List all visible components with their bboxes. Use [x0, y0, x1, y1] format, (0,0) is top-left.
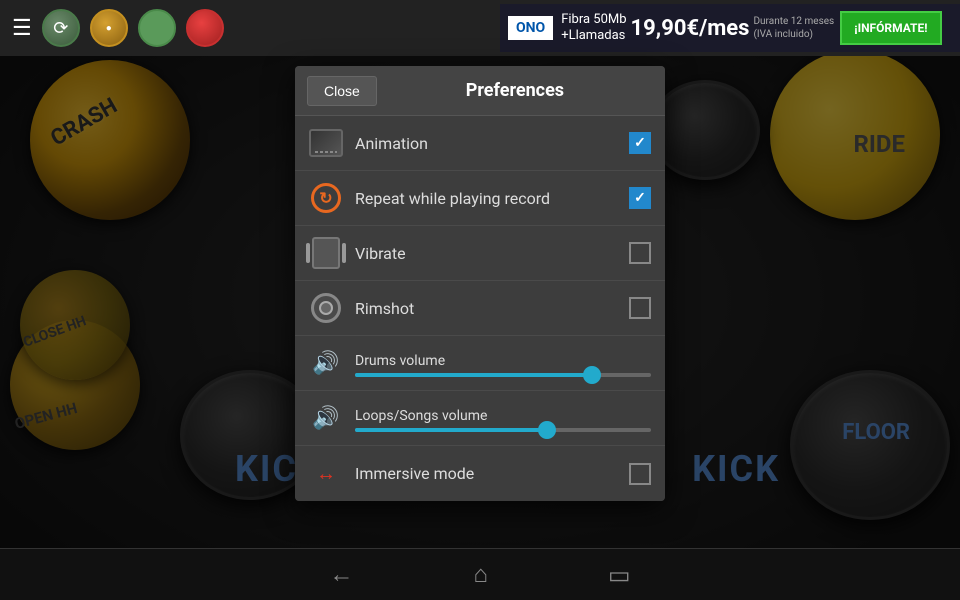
- rimshot-icon: [309, 291, 343, 325]
- volume-blue-icon: 🔊: [312, 351, 339, 376]
- immersive-icon-shape: ↔: [316, 461, 336, 486]
- loops-volume-fill: [355, 428, 547, 432]
- rimshot-label: Rimshot: [355, 299, 617, 318]
- ad-cta-button[interactable]: ¡INFÓRMATE!: [840, 11, 941, 45]
- rimshot-checkbox[interactable]: [629, 297, 651, 319]
- record-icon: ●: [106, 23, 112, 34]
- immersive-preference-item: ↔ Immersive mode: [295, 446, 665, 501]
- drums-volume-thumb[interactable]: [583, 366, 601, 384]
- loops-volume-slider-container: Loops/Songs volume: [355, 405, 651, 432]
- stop-button[interactable]: [186, 9, 224, 47]
- drums-volume-label: Drums volume: [355, 353, 445, 369]
- hamburger-icon[interactable]: ☰: [12, 16, 32, 41]
- vibrate-checkbox[interactable]: [629, 242, 651, 264]
- loops-volume-thumb[interactable]: [538, 421, 556, 439]
- reload-icon: ⟳: [53, 18, 68, 39]
- loops-volume-preference-item: 🔊 Loops/Songs volume: [295, 391, 665, 446]
- immersive-checkbox[interactable]: [629, 463, 651, 485]
- home-nav-button[interactable]: ⌂: [473, 560, 488, 589]
- ad-text: Fibra 50Mb +Llamadas: [561, 12, 626, 43]
- immersive-icon: ↔: [309, 457, 343, 491]
- dialog-overlay: Close Preferences Animation Repeat while…: [0, 56, 960, 548]
- recent-nav-button[interactable]: ▭: [608, 561, 631, 589]
- drums-volume-icon: 🔊: [309, 346, 343, 380]
- preferences-list: Animation Repeat while playing record Vi…: [295, 116, 665, 501]
- rimshot-preference-item: Rimshot: [295, 281, 665, 336]
- repeat-label: Repeat while playing record: [355, 189, 617, 208]
- vibrate-preference-item: Vibrate: [295, 226, 665, 281]
- animation-label: Animation: [355, 134, 617, 153]
- loops-volume-track[interactable]: [355, 428, 651, 432]
- top-bar: ☰ ⟳ ● ONO Fibra 50Mb +Llamadas 19,90€/me…: [0, 0, 960, 56]
- animation-icon-shape: [309, 129, 343, 157]
- animation-preference-item: Animation: [295, 116, 665, 171]
- repeat-preference-item: Repeat while playing record: [295, 171, 665, 226]
- loops-volume-label: Loops/Songs volume: [355, 408, 487, 424]
- dialog-title: Preferences: [377, 80, 653, 101]
- drums-volume-preference-item: 🔊 Drums volume: [295, 336, 665, 391]
- loops-volume-icon: 🔊: [309, 401, 343, 435]
- repeat-icon-shape: [311, 183, 341, 213]
- animation-checkbox[interactable]: [629, 132, 651, 154]
- repeat-icon: [309, 181, 343, 215]
- vibrate-label: Vibrate: [355, 244, 617, 263]
- vibrate-icon-shape: [312, 237, 340, 269]
- vibrate-icon: [309, 236, 343, 270]
- bottom-nav-bar: ← ⌂ ▭: [0, 548, 960, 600]
- drums-volume-slider-container: Drums volume: [355, 350, 651, 377]
- back-nav-button[interactable]: ←: [329, 560, 353, 589]
- close-button[interactable]: Close: [307, 76, 377, 106]
- animation-icon: [309, 126, 343, 160]
- drums-volume-fill: [355, 373, 592, 377]
- reload-button[interactable]: ⟳: [42, 9, 80, 47]
- dialog-header: Close Preferences: [295, 66, 665, 116]
- repeat-checkbox[interactable]: [629, 187, 651, 209]
- preferences-dialog: Close Preferences Animation Repeat while…: [295, 66, 665, 501]
- record-button[interactable]: ●: [90, 9, 128, 47]
- ad-brand: ONO: [508, 16, 553, 40]
- ad-banner: ONO Fibra 50Mb +Llamadas 19,90€/mes Dura…: [500, 4, 960, 52]
- immersive-label: Immersive mode: [355, 464, 617, 483]
- drums-volume-track[interactable]: [355, 373, 651, 377]
- top-bar-controls: ☰ ⟳ ●: [12, 9, 224, 47]
- volume-purple-icon: 🔊: [312, 406, 339, 431]
- rimshot-icon-shape: [311, 293, 341, 323]
- ad-price-detail: Durante 12 meses (IVA incluido): [753, 15, 834, 41]
- ad-price: 19,90€/mes: [631, 16, 750, 41]
- play-button[interactable]: [138, 9, 176, 47]
